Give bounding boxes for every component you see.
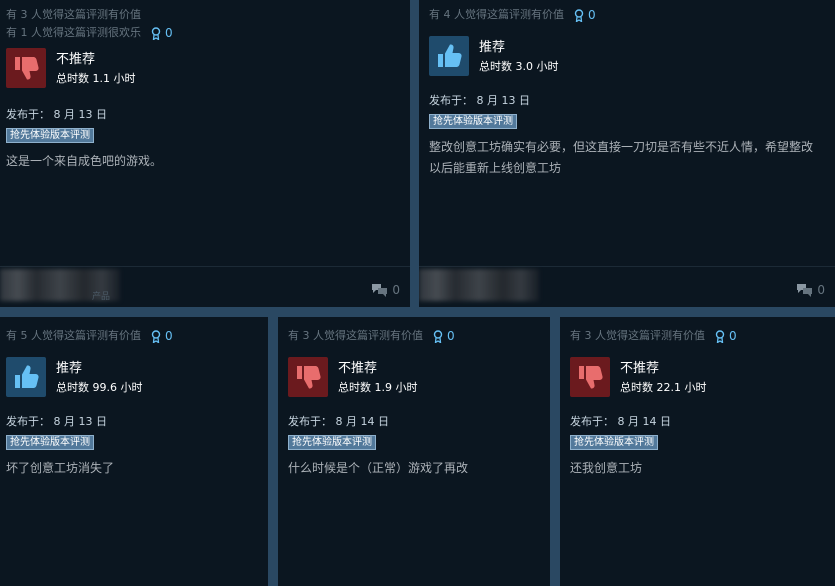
verdict-title[interactable]: 不推荐: [56, 51, 136, 68]
review-text: 坏了创意工坊消失了: [6, 461, 115, 475]
posted-date: 发布于： 8 月 13 日: [6, 415, 107, 428]
funny-count: 有 1 人觉得这篇评测很欢乐: [6, 26, 141, 39]
helpful-count: 有 5 人觉得这篇评测有价值: [6, 329, 141, 342]
thumbs-up-icon: [438, 44, 462, 67]
review-card: 有 3 人觉得这篇评测有价值 有 1 人觉得这篇评测很欢乐 0 不推荐 总时数 …: [0, 0, 410, 307]
thumbs-up-icon: [15, 365, 39, 388]
thumbs-down-badge: [288, 357, 328, 397]
review-text: 这是一个来自成色吧的游戏。: [6, 154, 163, 168]
helpful-count: 有 3 人觉得这篇评测有价值: [288, 329, 423, 342]
early-access-badge: 抢先体验版本评测: [6, 128, 94, 143]
award-button[interactable]: 0: [574, 6, 596, 24]
review-card: 有 3 人觉得这篇评测有价值 0 不推荐 总时数 1.9 小时 发布于： 8 月…: [278, 317, 550, 586]
helpful-count: 有 4 人觉得这篇评测有价值: [429, 8, 564, 21]
review-header[interactable]: 推荐 总时数 3.0 小时: [429, 36, 825, 76]
comment-count: 0: [817, 283, 825, 297]
award-count: 0: [447, 329, 455, 343]
comments-link[interactable]: 0: [371, 283, 400, 297]
award-count: 0: [729, 329, 737, 343]
thumbs-down-icon: [15, 57, 39, 80]
helpful-count: 有 3 人觉得这篇评测有价值: [6, 8, 141, 21]
playtime-hours: 总时数 22.1 小时: [620, 380, 707, 394]
early-access-badge: 抢先体验版本评测: [288, 435, 376, 450]
award-count: 0: [165, 329, 173, 343]
award-button[interactable]: 0: [151, 327, 173, 345]
verdict-title[interactable]: 推荐: [56, 360, 143, 377]
playtime-hours: 总时数 99.6 小时: [56, 380, 143, 394]
award-button[interactable]: 0: [151, 24, 173, 42]
playtime-hours: 总时数 3.0 小时: [479, 59, 559, 73]
review-text: 还我创意工坊: [570, 461, 643, 475]
thumbs-up-badge: [429, 36, 469, 76]
playtime-hours: 总时数 1.1 小时: [56, 71, 136, 85]
posted-date: 发布于： 8 月 13 日: [429, 94, 530, 107]
review-header[interactable]: 不推荐 总时数 1.1 小时: [6, 48, 404, 88]
playtime-hours: 总时数 1.9 小时: [338, 380, 418, 394]
award-count: 0: [165, 26, 173, 40]
helpful-count: 有 3 人觉得这篇评测有价值: [570, 329, 705, 342]
comment-bubbles-icon: [372, 284, 388, 297]
early-access-badge: 抢先体验版本评测: [429, 114, 517, 129]
posted-date: 发布于： 8 月 14 日: [570, 415, 671, 428]
thumbs-down-badge: [570, 357, 610, 397]
thumbs-down-icon: [579, 366, 603, 389]
review-card: 有 5 人觉得这篇评测有价值 0 推荐 总时数 99.6 小时 发布于： 8 月…: [0, 317, 268, 586]
review-header[interactable]: 不推荐 总时数 1.9 小时: [288, 357, 540, 397]
award-count: 0: [588, 8, 596, 22]
comment-bubbles-icon: [797, 284, 813, 297]
review-header[interactable]: 不推荐 总时数 22.1 小时: [570, 357, 825, 397]
verdict-title[interactable]: 不推荐: [338, 360, 418, 377]
product-note: 产品: [92, 292, 111, 302]
early-access-badge: 抢先体验版本评测: [570, 435, 658, 450]
award-ribbon-icon: [574, 8, 584, 22]
award-ribbon-icon: [433, 329, 443, 343]
award-ribbon-icon: [151, 26, 161, 40]
posted-date: 发布于： 8 月 14 日: [288, 415, 389, 428]
comments-link[interactable]: 0: [796, 283, 825, 297]
early-access-badge: 抢先体验版本评测: [6, 435, 94, 450]
review-card: 有 4 人觉得这篇评测有价值 0 推荐 总时数 3.0 小时 发布于： 8 月 …: [419, 0, 835, 307]
review-text: 整改创意工坊确实有必要，但这直接一刀切是否有些不近人情，希望整改以后能重新上线创…: [429, 140, 814, 175]
award-button[interactable]: 0: [433, 327, 455, 345]
thumbs-down-badge: [6, 48, 46, 88]
award-ribbon-icon: [151, 329, 161, 343]
verdict-title[interactable]: 不推荐: [620, 360, 707, 377]
comment-count: 0: [392, 283, 400, 297]
blurred-author-avatar: [419, 269, 539, 301]
review-footer: 0: [419, 266, 835, 307]
review-footer: 产品 0: [0, 266, 410, 307]
thumbs-up-badge: [6, 357, 46, 397]
posted-date: 发布于： 8 月 13 日: [6, 108, 107, 121]
award-button[interactable]: 0: [715, 327, 737, 345]
review-text: 什么时候是个（正常）游戏了再改: [288, 461, 469, 475]
review-header[interactable]: 推荐 总时数 99.6 小时: [6, 357, 262, 397]
award-ribbon-icon: [715, 329, 725, 343]
verdict-title[interactable]: 推荐: [479, 39, 559, 56]
thumbs-down-icon: [297, 366, 321, 389]
review-card: 有 3 人觉得这篇评测有价值 0 不推荐 总时数 22.1 小时 发布于： 8 …: [560, 317, 835, 586]
